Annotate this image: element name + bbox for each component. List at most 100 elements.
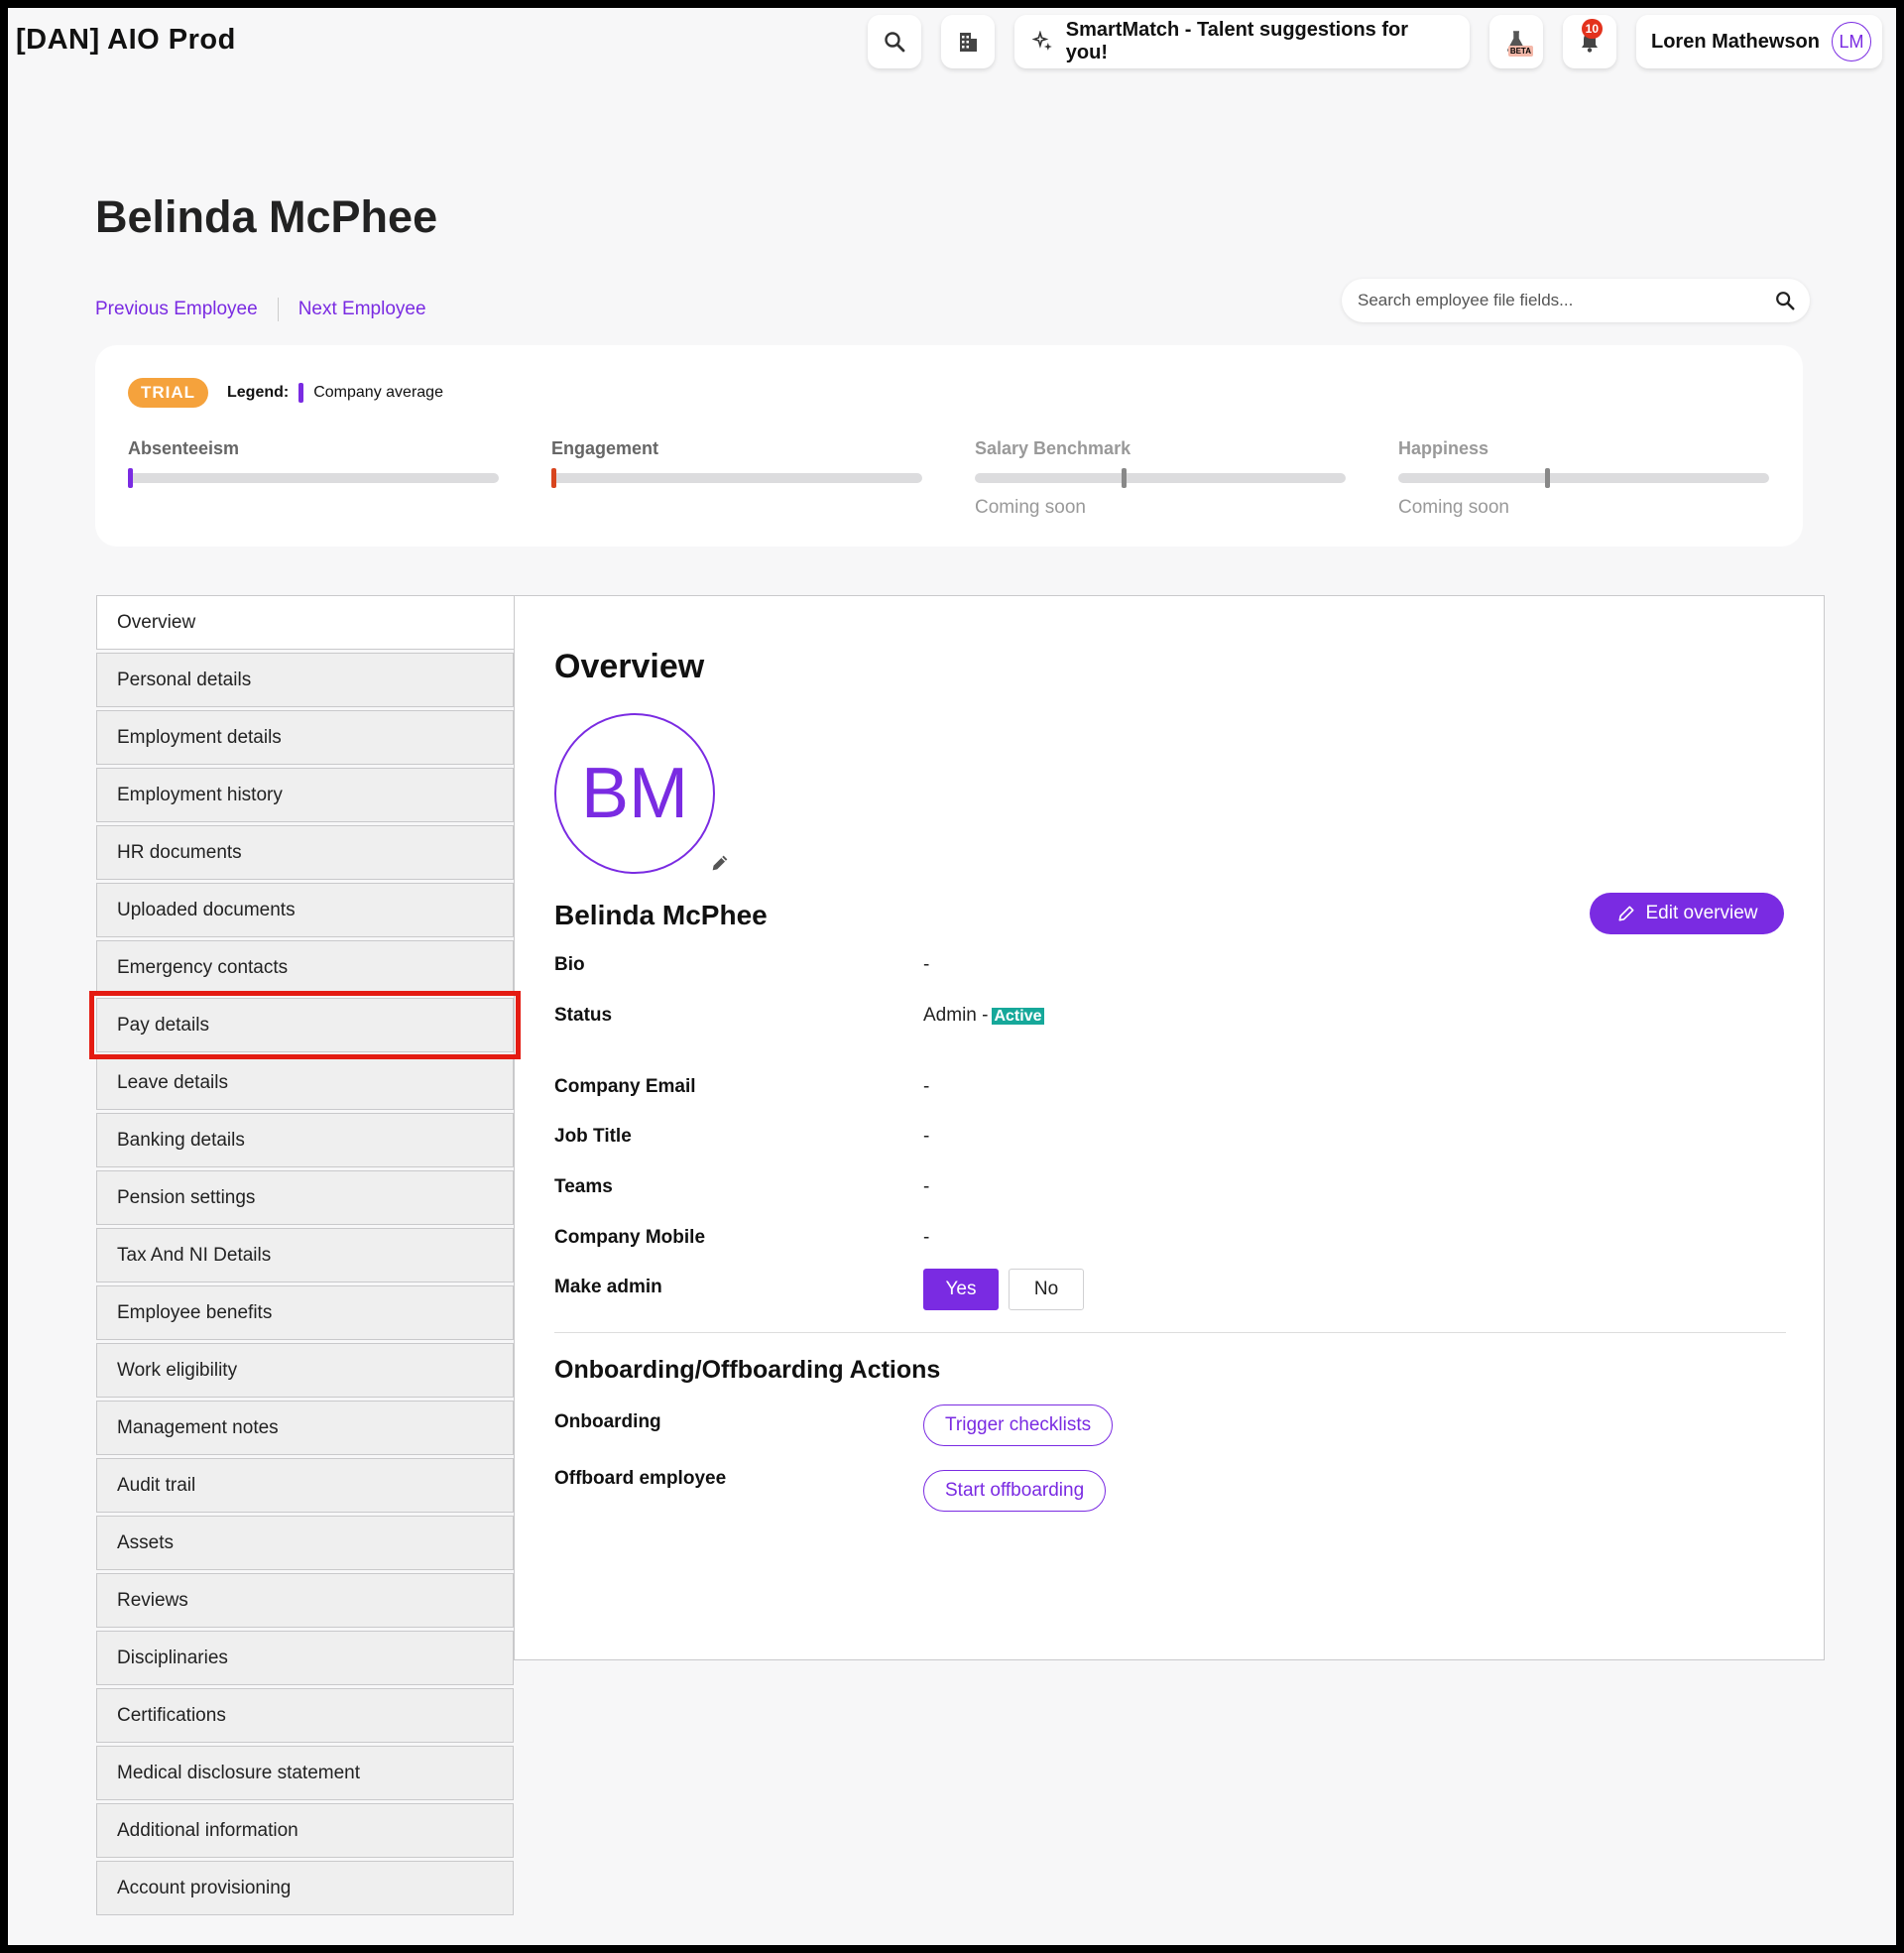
legend: Legend: Company average [227,383,443,403]
bio-label: Bio [554,954,585,975]
smartmatch-button[interactable]: SmartMatch - Talent suggestions for you! [1014,15,1470,68]
status-role: Admin - [923,1005,989,1026]
sidebar-item-pay-details[interactable]: Pay details [89,991,521,1059]
metric-track [128,468,499,488]
onboarding-section-title: Onboarding/Offboarding Actions [554,1356,941,1384]
status-badge: Active [992,1008,1044,1025]
search-icon[interactable] [1774,290,1796,311]
company-average-marker [128,468,133,488]
pencil-icon [1618,906,1633,921]
page-title: Belinda McPhee [95,191,438,242]
employee-avatar: BM [554,713,715,874]
section-divider [554,1332,1786,1333]
metric-track [551,468,922,488]
job-title-label: Job Title [554,1126,632,1147]
overview-panel: Overview BM Belinda McPhee Edit overview… [514,595,1825,1660]
make-admin-yes-button[interactable]: Yes [923,1269,999,1310]
sidebar-item-employee-benefits[interactable]: Employee benefits [96,1285,514,1340]
sidebar-item-management-notes[interactable]: Management notes [96,1401,514,1455]
sidebar-item-personal-details[interactable]: Personal details [96,653,514,707]
sidebar-item-additional-information[interactable]: Additional information [96,1803,514,1858]
employee-file-sidebar: Overview Personal details Employment det… [89,595,521,1918]
company-average-marker [1121,468,1127,488]
next-employee-link[interactable]: Next Employee [298,299,426,320]
metric-absenteeism: Absenteeism [128,438,499,488]
beta-tag: BETA [1507,46,1533,57]
sidebar-item-employment-details[interactable]: Employment details [96,710,514,765]
coming-soon-text: Coming soon [1398,497,1509,518]
edit-overview-label: Edit overview [1645,903,1758,923]
labs-button[interactable]: BETA [1489,15,1543,68]
smartmatch-label: SmartMatch - Talent suggestions for you! [1065,19,1409,63]
edit-avatar-icon[interactable] [709,852,731,874]
sidebar-item-disciplinaries[interactable]: Disciplinaries [96,1631,514,1685]
company-email-label: Company Email [554,1076,696,1097]
user-menu-button[interactable]: Loren Mathewson LM [1636,15,1882,68]
sidebar-item-employment-history[interactable]: Employment history [96,768,514,822]
sidebar-item-account-provisioning[interactable]: Account provisioning [96,1861,514,1915]
search-button[interactable] [868,15,921,68]
company-average-marker [1544,468,1550,488]
app-title: [DAN] AIO Prod [16,24,236,56]
onboarding-label: Onboarding [554,1411,661,1432]
company-mobile-label: Company Mobile [554,1227,706,1248]
coming-soon-text: Coming soon [975,497,1086,518]
sidebar-item-certifications[interactable]: Certifications [96,1688,514,1743]
legend-item: Company average [313,384,443,401]
metric-engagement: Engagement [551,438,922,488]
metric-salary-benchmark: Salary Benchmark Coming soon [975,438,1346,519]
sidebar-item-emergency-contacts[interactable]: Emergency contacts [96,940,514,995]
building-icon [960,33,977,52]
sidebar-item-reviews[interactable]: Reviews [96,1573,514,1628]
employee-file-search [1342,279,1810,322]
metric-label: Happiness [1398,438,1489,458]
start-offboarding-button[interactable]: Start offboarding [923,1470,1107,1512]
nav-separator [277,298,279,321]
offboard-employee-label: Offboard employee [554,1468,727,1489]
overview-title: Overview [554,648,705,685]
company-button[interactable] [941,15,995,68]
search-icon [885,32,905,53]
trigger-checklists-button[interactable]: Trigger checklists [923,1404,1114,1446]
sidebar-item-banking-details[interactable]: Banking details [96,1113,514,1167]
job-title-value: - [923,1126,930,1147]
make-admin-toggle: Yes No [923,1269,1084,1310]
metric-track [975,468,1346,488]
teams-label: Teams [554,1176,613,1197]
legend-swatch [298,383,304,403]
app-frame: [DAN] AIO Prod SmartMatch - Talent sugge… [8,8,1896,1945]
sidebar-item-work-eligibility[interactable]: Work eligibility [96,1343,514,1398]
sidebar-item-pension-settings[interactable]: Pension settings [96,1170,514,1225]
sidebar-item-leave-details[interactable]: Leave details [96,1055,514,1110]
sidebar-item-overview[interactable]: Overview [96,595,514,650]
sidebar-item-assets[interactable]: Assets [96,1516,514,1570]
company-email-value: - [923,1076,930,1097]
metric-label: Absenteeism [128,438,240,458]
sidebar-item-audit-trail[interactable]: Audit trail [96,1458,514,1513]
employee-navigation: Previous Employee Next Employee [95,298,426,321]
status-label: Status [554,1005,613,1026]
teams-value: - [923,1176,930,1197]
metrics-card: TRIAL Legend: Company average Absenteeis… [95,345,1803,547]
employee-file-search-input[interactable] [1358,291,1774,310]
trial-badge: TRIAL [128,378,209,408]
metric-happiness: Happiness Coming soon [1398,438,1769,519]
company-mobile-value: - [923,1227,930,1248]
metric-track [1398,468,1769,488]
sidebar-item-medical-disclosure-statement[interactable]: Medical disclosure statement [96,1746,514,1800]
sidebar-item-uploaded-documents[interactable]: Uploaded documents [96,883,514,937]
status-value: Admin - Active [923,1005,1044,1027]
user-avatar: LM [1832,22,1871,61]
edit-overview-button[interactable]: Edit overview [1590,893,1784,934]
company-average-marker [551,468,556,488]
notifications-button[interactable]: 10 [1563,15,1616,68]
user-name: Loren Mathewson [1650,30,1820,53]
sidebar-item-tax-and-ni-details[interactable]: Tax And NI Details [96,1228,514,1282]
make-admin-label: Make admin [554,1277,662,1297]
make-admin-no-button[interactable]: No [1009,1269,1084,1310]
employee-name: Belinda McPhee [554,900,768,930]
sidebar-item-hr-documents[interactable]: HR documents [96,825,514,880]
previous-employee-link[interactable]: Previous Employee [95,299,258,320]
notification-count-badge: 10 [1581,19,1603,39]
sparkle-icon [1032,31,1052,51]
